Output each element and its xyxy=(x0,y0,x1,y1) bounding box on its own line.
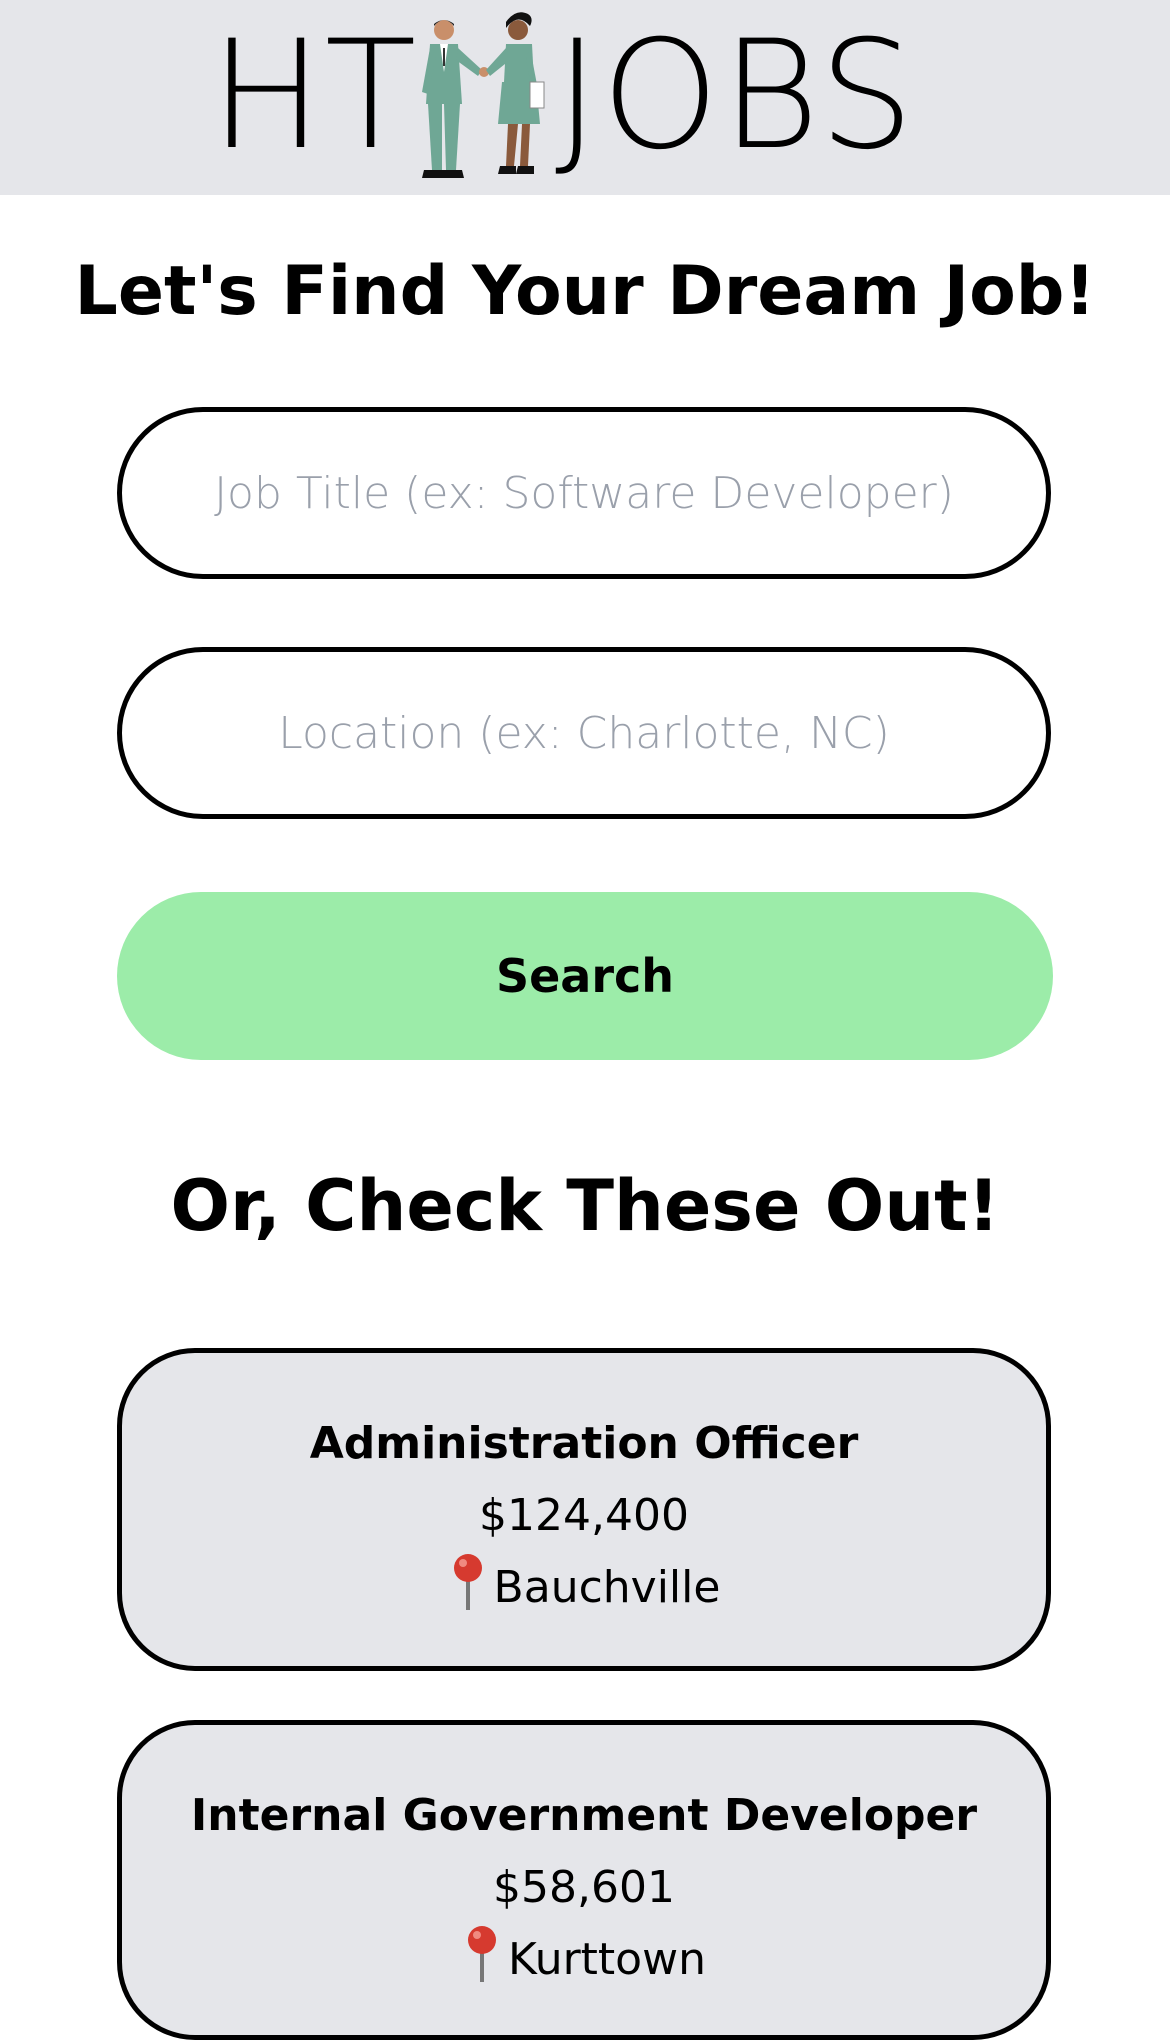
site-logo[interactable]: HT JOBS xyxy=(210,0,970,195)
location-input[interactable] xyxy=(117,647,1051,819)
logo-text-right: JOBS xyxy=(555,9,917,183)
job-title-input[interactable] xyxy=(117,407,1051,579)
job-card[interactable]: Internal Government Developer $58,601 Ku… xyxy=(117,1720,1051,2040)
job-title: Internal Government Developer xyxy=(190,1790,978,1841)
logo-text-left: HT xyxy=(210,9,419,183)
job-title: Administration Officer xyxy=(309,1418,859,1469)
search-heading: Let's Find Your Dream Job! xyxy=(74,252,1096,331)
pin-icon xyxy=(453,1554,482,1610)
job-salary: $124,400 xyxy=(479,1490,689,1541)
search-button[interactable]: Search xyxy=(117,892,1053,1060)
job-location-label: Kurttown xyxy=(508,1934,706,1985)
job-location: Bauchville xyxy=(122,1552,1046,1624)
job-card[interactable]: Administration Officer $124,400 Bauchvil… xyxy=(117,1348,1051,1671)
handshake-people-icon xyxy=(422,12,545,178)
job-salary: $58,601 xyxy=(493,1862,675,1913)
featured-heading: Or, Check These Out! xyxy=(170,1165,1000,1247)
job-location-label: Bauchville xyxy=(493,1562,721,1613)
pin-icon xyxy=(468,1926,497,1982)
job-location: Kurttown xyxy=(122,1924,1046,1996)
site-header: HT JOBS xyxy=(0,0,1170,195)
